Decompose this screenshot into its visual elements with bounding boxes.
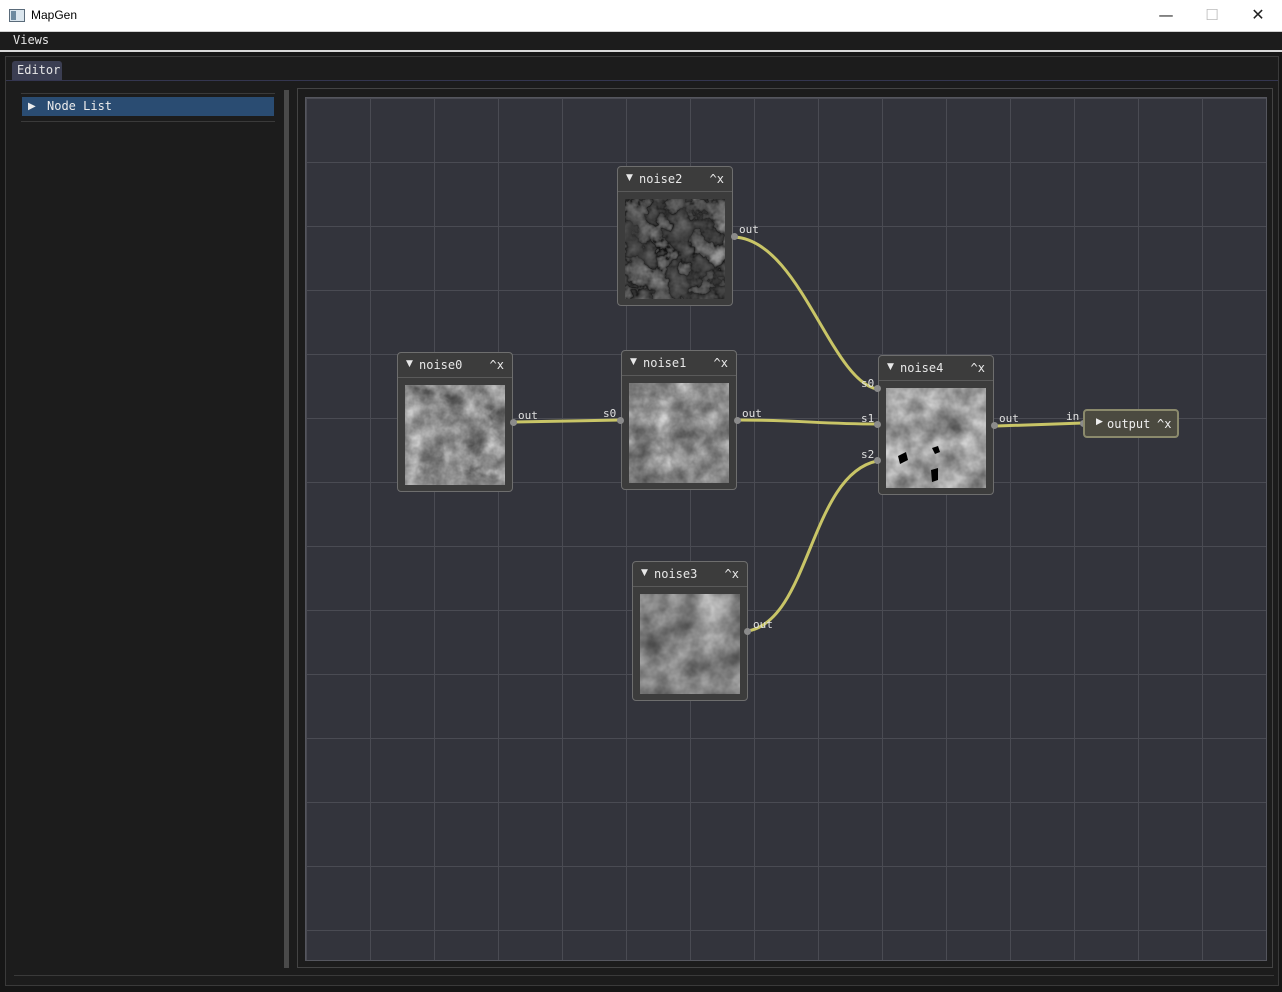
output-pin[interactable] (510, 419, 517, 426)
node-noise0[interactable]: ▼ noise0 ^x (397, 352, 513, 492)
pin-label-s0: s0 (861, 377, 875, 390)
node-title: noise0 (419, 358, 463, 372)
close-button[interactable]: ✕ (1235, 0, 1281, 31)
pin-label-in: in (1066, 410, 1080, 423)
collapse-triangle-icon[interactable]: ▼ (887, 362, 894, 372)
noise-preview-image (405, 385, 505, 485)
node-controls[interactable]: ^x (971, 361, 985, 375)
noise-preview-image (629, 383, 729, 483)
menu-bar: Views (0, 32, 1282, 52)
node-noise2[interactable]: ▼ noise2 ^x (617, 166, 733, 306)
node-controls[interactable]: ^x (725, 567, 739, 581)
input-pin[interactable] (874, 421, 881, 428)
pin-label-s1: s1 (861, 412, 875, 425)
node-header[interactable]: ▼ noise0 ^x (398, 353, 512, 378)
output-pin[interactable] (734, 417, 741, 424)
window-title: MapGen (31, 8, 78, 22)
maximize-button[interactable]: ☐ (1189, 0, 1235, 31)
node-canvas[interactable] (305, 97, 1267, 961)
node-noise1[interactable]: ▼ noise1 ^x (621, 350, 737, 490)
node-noise4[interactable]: ▼ noise4 ^x (878, 355, 994, 495)
node-title: noise3 (654, 567, 698, 581)
app-icon (9, 9, 25, 22)
node-controls[interactable]: ^x (490, 358, 504, 372)
node-title: noise4 (900, 361, 944, 375)
menu-views[interactable]: Views (13, 33, 49, 47)
tab-editor[interactable]: Editor (12, 61, 62, 80)
noise-preview-image (625, 199, 725, 299)
collapse-triangle-icon[interactable]: ▼ (406, 359, 413, 369)
input-pin[interactable] (874, 457, 881, 464)
node-title: noise2 (639, 172, 683, 186)
node-title: noise1 (643, 356, 687, 370)
separator (21, 93, 275, 94)
pin-label-out: out (999, 412, 1019, 425)
output-pin[interactable] (744, 628, 751, 635)
input-pin[interactable] (617, 417, 624, 424)
node-controls[interactable]: ^x (714, 356, 728, 370)
expand-arrow-icon: ▶ (28, 101, 36, 112)
pin-label-s0: s0 (603, 407, 617, 420)
node-output[interactable]: ▶ output ^x (1083, 409, 1179, 438)
node-list-header[interactable]: ▶ Node List (22, 97, 274, 116)
pin-label-out: out (742, 407, 762, 420)
collapse-triangle-icon[interactable]: ▼ (626, 173, 633, 183)
collapse-triangle-icon[interactable]: ▼ (630, 357, 637, 367)
node-header[interactable]: ▼ noise4 ^x (879, 356, 993, 381)
separator (14, 975, 1274, 976)
expand-triangle-icon[interactable]: ▶ (1096, 417, 1103, 427)
pin-label-out: out (518, 409, 538, 422)
noise-preview-image (886, 388, 986, 488)
pin-label-out: out (739, 223, 759, 236)
node-header[interactable]: ▼ noise2 ^x (618, 167, 732, 192)
input-pin[interactable] (874, 385, 881, 392)
pin-label-s2: s2 (861, 448, 875, 461)
collapse-triangle-icon[interactable]: ▼ (641, 568, 648, 578)
node-header[interactable]: ▼ noise1 ^x (622, 351, 736, 376)
node-title: output (1107, 417, 1151, 431)
node-controls[interactable]: ^x (710, 172, 724, 186)
separator (21, 121, 275, 122)
output-pin[interactable] (731, 233, 738, 240)
node-header[interactable]: ▼ noise3 ^x (633, 562, 747, 587)
panel-splitter[interactable] (284, 90, 289, 968)
window-title-bar[interactable]: MapGen — ☐ ✕ (0, 0, 1282, 32)
pin-label-out: out (753, 618, 773, 631)
node-controls[interactable]: ^x (1157, 417, 1171, 431)
node-noise3[interactable]: ▼ noise3 ^x (632, 561, 748, 701)
tab-underline (6, 80, 1278, 81)
node-list-panel (14, 88, 282, 968)
output-pin[interactable] (991, 422, 998, 429)
minimize-button[interactable]: — (1143, 0, 1189, 31)
node-list-label: Node List (47, 99, 113, 113)
noise-preview-image (640, 594, 740, 694)
